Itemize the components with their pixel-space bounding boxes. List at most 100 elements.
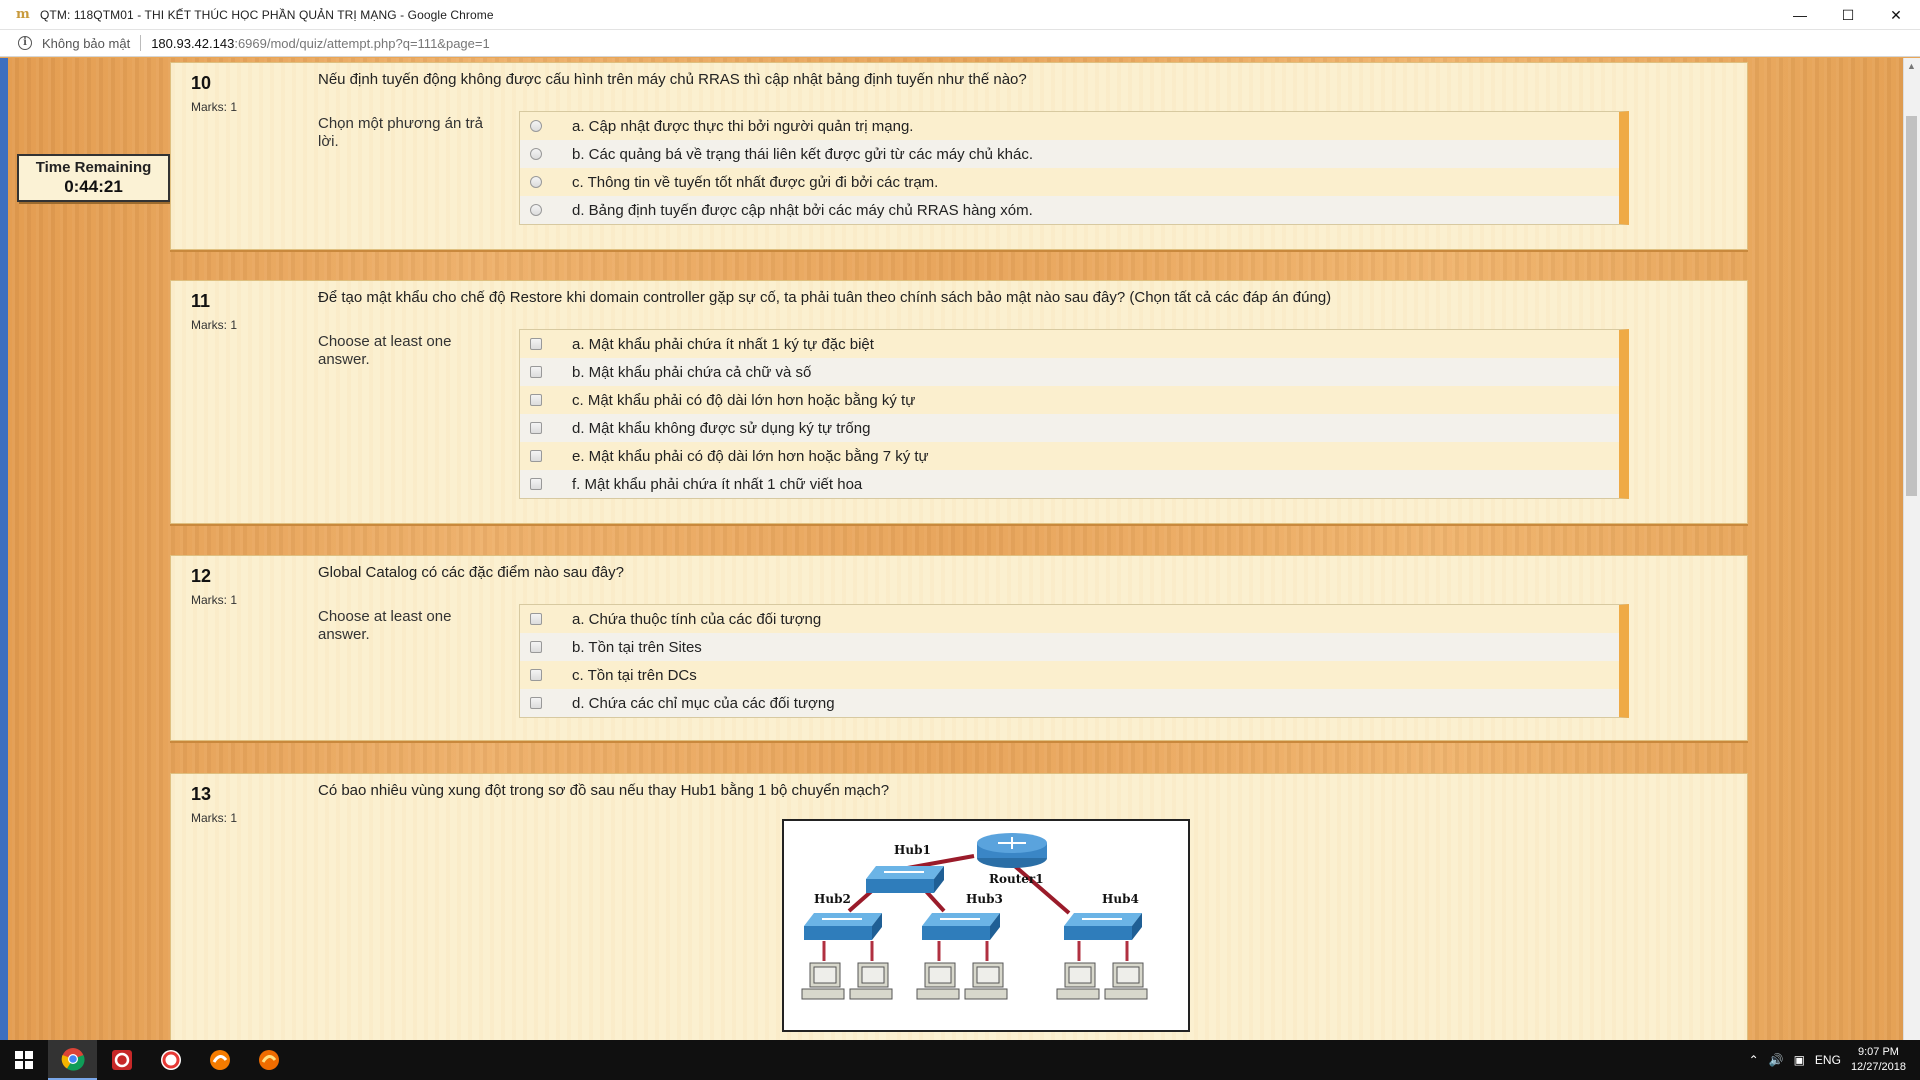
answer-list: a. Chứa thuộc tính của các đối tượng b. …	[519, 604, 1629, 718]
checkbox[interactable]	[530, 478, 542, 490]
time-remaining-box: Time Remaining 0:44:21	[17, 154, 170, 202]
answer-label[interactable]: e. Mật khẩu phải có độ dài lớn hơn hoặc …	[572, 448, 929, 465]
radio-button[interactable]	[530, 120, 542, 132]
answer-option[interactable]: d. Bảng định tuyến được cập nhật bởi các…	[520, 196, 1619, 224]
answer-option[interactable]: a. Chứa thuộc tính của các đối tượng	[520, 605, 1619, 633]
question-11: 11 Marks: 1 Để tạo mật khẩu cho chế độ R…	[170, 280, 1748, 524]
clock-date: 12/27/2018	[1850, 1061, 1906, 1073]
left-edge-strip	[0, 58, 8, 1040]
url-host: 180.93.42.143	[151, 35, 235, 51]
window-title: QTM: 118QTM01 - THI KẾT THÚC HỌC PHẦN QU…	[40, 7, 494, 22]
hub2-label: Hub2	[814, 892, 851, 906]
security-label[interactable]: Không bảo mật	[42, 36, 130, 51]
moodle-icon: m	[16, 6, 30, 22]
answer-option[interactable]: b. Mật khẩu phải chứa cả chữ và số	[520, 358, 1619, 386]
answer-option[interactable]: e. Mật khẩu phải có độ dài lớn hơn hoặc …	[520, 442, 1619, 470]
answer-label[interactable]: f. Mật khẩu phải chứa ít nhất 1 chữ viết…	[572, 476, 862, 493]
answer-option[interactable]: d. Chứa các chỉ mục của các đối tượng	[520, 689, 1619, 717]
answer-prompt: Choose at least one answer.	[318, 333, 452, 368]
answer-label[interactable]: a. Chứa thuộc tính của các đối tượng	[572, 611, 821, 628]
checkbox[interactable]	[530, 422, 542, 434]
chevron-up-icon[interactable]: ⌃	[1749, 1053, 1759, 1067]
hub1-label: Hub1	[894, 843, 931, 857]
answer-label[interactable]: c. Mật khẩu phải có độ dài lớn hơn hoặc …	[572, 392, 915, 409]
question-marks: Marks: 1	[191, 593, 238, 607]
pc-icon	[1056, 962, 1100, 1000]
scroll-up-icon[interactable]: ▲	[1903, 58, 1920, 75]
question-text: Nếu định tuyến động không được cấu hình …	[318, 71, 1027, 88]
question-number: 13	[191, 784, 212, 804]
address-bar[interactable]: i Không bảo mật 180.93.42.143:6969/mod/q…	[0, 30, 1920, 57]
answer-list: a. Mật khẩu phải chứa ít nhất 1 ký tự đặ…	[519, 329, 1629, 499]
answer-label[interactable]: b. Các quảng bá về trạng thái liên kết đ…	[572, 146, 1033, 163]
checkbox[interactable]	[530, 669, 542, 681]
question-text: Có bao nhiêu vùng xung đột trong sơ đồ s…	[318, 782, 890, 799]
app-circle-icon[interactable]	[146, 1040, 195, 1080]
answer-option[interactable]: c. Tồn tại trên DCs	[520, 661, 1619, 689]
answer-option[interactable]: a. Mật khẩu phải chứa ít nhất 1 ký tự đặ…	[520, 330, 1619, 358]
answer-label[interactable]: d. Mật khẩu không được sử dụng ký tự trố…	[572, 420, 870, 437]
checkbox[interactable]	[530, 450, 542, 462]
app-flame-icon-2[interactable]	[244, 1040, 293, 1080]
answer-option[interactable]: a. Cập nhật được thực thi bởi người quản…	[520, 112, 1619, 140]
answer-label[interactable]: a. Cập nhật được thực thi bởi người quản…	[572, 118, 913, 135]
question-10: 10 Marks: 1 Nếu định tuyến động không đư…	[170, 62, 1748, 250]
answer-label[interactable]: a. Mật khẩu phải chứa ít nhất 1 ký tự đặ…	[572, 336, 874, 353]
radio-button[interactable]	[530, 204, 542, 216]
answer-option[interactable]: c. Thông tin về tuyến tốt nhất được gửi …	[520, 168, 1619, 196]
answer-option[interactable]: c. Mật khẩu phải có độ dài lớn hơn hoặc …	[520, 386, 1619, 414]
radio-button[interactable]	[530, 176, 542, 188]
pc-icon	[1104, 962, 1148, 1000]
address-separator	[140, 35, 142, 51]
question-text: Global Catalog có các đặc điểm nào sau đ…	[318, 564, 625, 581]
question-number: 11	[191, 291, 211, 311]
checkbox[interactable]	[530, 697, 542, 709]
close-button[interactable]: ✕	[1872, 0, 1920, 30]
answer-option[interactable]: f. Mật khẩu phải chứa ít nhất 1 chữ viết…	[520, 470, 1619, 498]
hub-icon	[804, 913, 882, 940]
answer-option[interactable]: b. Tồn tại trên Sites	[520, 633, 1619, 661]
chrome-icon[interactable]	[48, 1040, 97, 1080]
answer-label[interactable]: c. Tồn tại trên DCs	[572, 667, 697, 684]
question-marks: Marks: 1	[191, 811, 238, 825]
router-label: Router1	[989, 872, 1044, 886]
checkbox[interactable]	[530, 366, 542, 378]
minimize-button[interactable]: —	[1776, 0, 1824, 30]
link-router-hub4	[1007, 859, 1071, 915]
hub-icon	[1064, 913, 1142, 940]
maximize-button[interactable]: ☐	[1824, 0, 1872, 30]
language-indicator[interactable]: ENG	[1815, 1053, 1841, 1067]
windows-start-icon[interactable]	[0, 1040, 48, 1080]
app-red-icon[interactable]	[97, 1040, 146, 1080]
network-icon[interactable]: ▣	[1794, 1053, 1805, 1067]
answer-label[interactable]: c. Thông tin về tuyến tốt nhất được gửi …	[572, 174, 938, 191]
page-scrollbar[interactable]: ▲	[1903, 58, 1920, 1040]
clock[interactable]: 9:07 PM 12/27/2018	[1851, 1045, 1906, 1075]
pc-icon	[849, 962, 893, 1000]
answer-option[interactable]: b. Các quảng bá về trạng thái liên kết đ…	[520, 140, 1619, 168]
answer-label[interactable]: b. Tồn tại trên Sites	[572, 639, 702, 656]
scroll-thumb[interactable]	[1906, 116, 1917, 496]
answer-list: a. Cập nhật được thực thi bởi người quản…	[519, 111, 1629, 225]
checkbox[interactable]	[530, 394, 542, 406]
answer-label[interactable]: d. Bảng định tuyến được cập nhật bởi các…	[572, 202, 1033, 219]
url-text[interactable]: 180.93.42.143:6969/mod/quiz/attempt.php?…	[151, 36, 490, 51]
time-remaining-label: Time Remaining	[35, 159, 152, 176]
answer-prompt: Chọn một phương án trả lời.	[318, 115, 483, 150]
answer-label[interactable]: b. Mật khẩu phải chứa cả chữ và số	[572, 364, 811, 381]
checkbox[interactable]	[530, 641, 542, 653]
radio-button[interactable]	[530, 148, 542, 160]
volume-icon[interactable]: 🔊	[1769, 1053, 1784, 1067]
app-flame-icon[interactable]	[195, 1040, 244, 1080]
answer-label[interactable]: d. Chứa các chỉ mục của các đối tượng	[572, 695, 835, 712]
pc-icon	[964, 962, 1008, 1000]
answer-prompt: Choose at least one answer.	[318, 608, 452, 643]
checkbox[interactable]	[530, 613, 542, 625]
info-icon[interactable]: i	[18, 36, 32, 50]
question-marks: Marks: 1	[191, 318, 238, 332]
answer-option[interactable]: d. Mật khẩu không được sử dụng ký tự trố…	[520, 414, 1619, 442]
checkbox[interactable]	[530, 338, 542, 350]
question-number: 12	[191, 566, 212, 586]
hub-icon	[866, 866, 944, 893]
question-text: Để tạo mật khẩu cho chế độ Restore khi d…	[318, 289, 1332, 306]
